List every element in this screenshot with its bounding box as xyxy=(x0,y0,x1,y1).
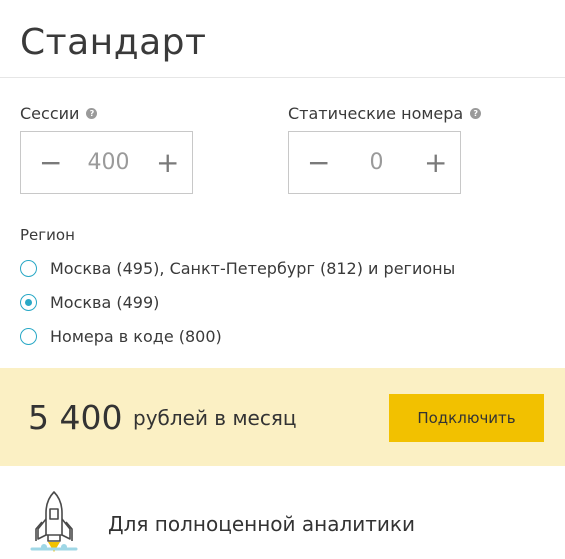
help-icon[interactable]: ? xyxy=(86,108,98,119)
static-numbers-increment-button[interactable]: + xyxy=(424,148,447,177)
radio-checked[interactable] xyxy=(20,294,37,311)
help-icon[interactable]: ? xyxy=(470,108,482,119)
feature-text: Для полноценной аналитики xyxy=(108,512,415,536)
region-label: Регион xyxy=(20,226,75,244)
price-unit: рублей в месяц xyxy=(133,406,297,430)
static-numbers-label: Статические номера xyxy=(288,104,464,123)
sessions-label: Сессии xyxy=(20,104,80,123)
static-numbers-stepper: − 0 + xyxy=(288,131,461,194)
connect-button[interactable]: Подключить xyxy=(389,394,544,442)
sessions-value[interactable]: 400 xyxy=(88,150,130,175)
header-divider xyxy=(0,77,565,78)
region-option-label: Москва (495), Санкт-Петербург (812) и ре… xyxy=(50,259,456,278)
sessions-stepper: − 400 + xyxy=(20,131,193,194)
static-numbers-decrement-button[interactable]: − xyxy=(307,148,330,177)
static-numbers-label-group: Статические номера ? xyxy=(288,104,482,123)
radio-unchecked[interactable] xyxy=(20,328,37,345)
region-option-800[interactable]: Номера в коде (800) xyxy=(20,327,222,346)
sessions-label-group: Сессии ? xyxy=(20,104,98,123)
region-option-msk-spb[interactable]: Москва (495), Санкт-Петербург (812) и ре… xyxy=(20,259,455,278)
price-amount: 5 400 xyxy=(28,398,123,437)
radio-unchecked[interactable] xyxy=(20,260,37,277)
radio-dot xyxy=(25,299,32,306)
rocket-icon xyxy=(30,491,78,552)
sessions-increment-button[interactable]: + xyxy=(156,148,179,177)
region-option-msk-499[interactable]: Москва (499) xyxy=(20,293,159,312)
region-option-label: Номера в коде (800) xyxy=(50,327,222,346)
region-option-label: Москва (499) xyxy=(50,293,160,312)
static-numbers-value[interactable]: 0 xyxy=(370,150,384,175)
plan-title: Стандарт xyxy=(20,22,207,63)
sessions-decrement-button[interactable]: − xyxy=(39,148,62,177)
